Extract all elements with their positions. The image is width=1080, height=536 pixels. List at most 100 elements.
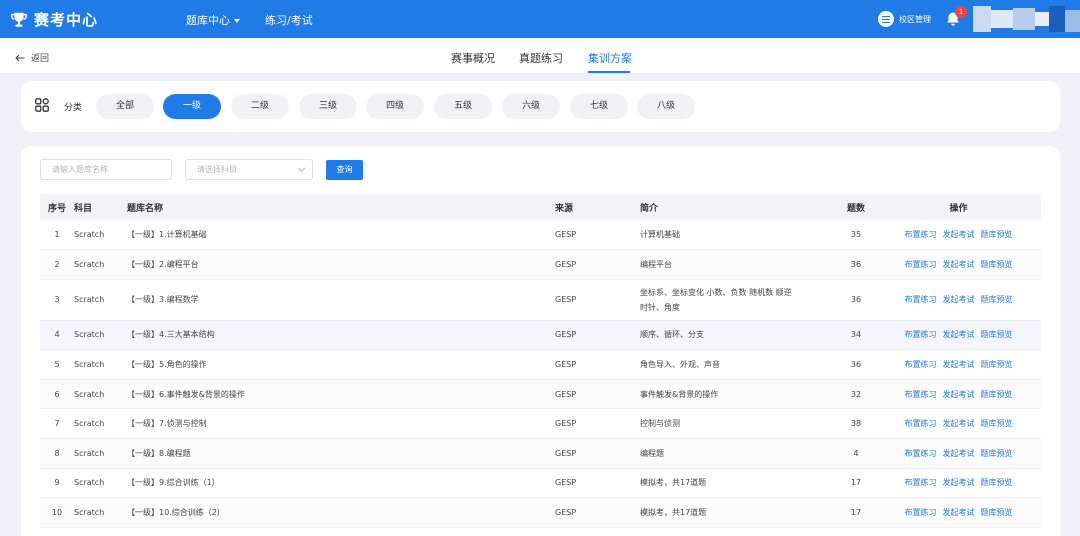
start-exam-link[interactable]: 发起考试 — [943, 330, 975, 339]
row-intro: 编程题 — [640, 438, 836, 469]
assign-practice-link[interactable]: 布置练习 — [905, 230, 937, 239]
category-pill-level2[interactable]: 二级 — [231, 94, 289, 119]
active-tab-indicator — [588, 71, 630, 73]
preview-bank-link[interactable]: 题库预览 — [981, 330, 1013, 339]
caret-down-icon — [234, 19, 240, 23]
question-bank-table: 序号 科目 题库名称 来源 简介 题数 操作 1 Scratch 【一级】1.计算机… — [40, 194, 1041, 528]
start-exam-link[interactable]: 发起考试 — [943, 230, 975, 239]
row-question-count: 35 — [836, 220, 876, 251]
row-actions: 布置练习 发起考试 题库预览 — [876, 220, 1041, 251]
row-source: GESP — [555, 320, 640, 351]
row-number: 4 — [40, 320, 74, 351]
row-intro: 模拟考，共17道题 — [640, 497, 836, 528]
assign-practice-link[interactable]: 布置练习 — [905, 295, 937, 304]
row-subject: Scratch — [74, 349, 127, 380]
row-actions: 布置练习 发起考试 题库预览 — [876, 497, 1041, 528]
row-bank-name: 【一级】10.综合训练（2） — [127, 497, 555, 528]
nav-question-bank[interactable]: 题库中心 — [186, 12, 240, 28]
category-pill-level5[interactable]: 五级 — [434, 94, 492, 119]
back-button[interactable]: 返回 — [15, 51, 49, 64]
category-pill-level8[interactable]: 八级 — [637, 94, 695, 119]
col-header-subject: 科目 — [74, 194, 127, 220]
row-number: 7 — [40, 408, 74, 440]
row-question-count: 38 — [836, 408, 876, 440]
row-source: GESP — [555, 349, 640, 380]
preview-bank-link[interactable]: 题库预览 — [981, 449, 1013, 458]
subject-select[interactable]: 请选择科目 — [185, 159, 313, 180]
row-bank-name: 【一级】1.计算机基础 — [127, 220, 555, 251]
assign-practice-link[interactable]: 布置练习 — [905, 360, 937, 369]
category-grid-icon — [35, 98, 49, 112]
row-subject: Scratch — [74, 279, 127, 321]
row-actions: 布置练习 发起考试 题库预览 — [876, 438, 1041, 469]
row-source: GESP — [555, 249, 640, 280]
category-pill-level1[interactable]: 一级 — [163, 94, 221, 119]
row-question-count: 36 — [836, 249, 876, 280]
nav-question-bank-label: 题库中心 — [186, 14, 230, 27]
start-exam-link[interactable]: 发起考试 — [943, 390, 975, 399]
avatar[interactable] — [973, 6, 1080, 32]
tab-past-papers[interactable]: 真题练习 — [519, 50, 563, 66]
table-row: 4 Scratch 【一级】4.三大基本结构 GESP 顺序、循环、分支 34 布置练习 发起… — [40, 320, 1041, 351]
assign-practice-link[interactable]: 布置练习 — [905, 419, 937, 428]
row-question-count: 36 — [836, 279, 876, 321]
table-row: 3 Scratch 【一级】3.编程数学 GESP 坐标系、坐标变化 小数、负数 随机数… — [40, 279, 1041, 321]
row-intro: 控制与侦测 — [640, 408, 836, 440]
category-pill-level3[interactable]: 三级 — [299, 94, 357, 119]
row-actions: 布置练习 发起考试 题库预览 — [876, 320, 1041, 351]
assign-practice-link[interactable]: 布置练习 — [905, 390, 937, 399]
assign-practice-link[interactable]: 布置练习 — [905, 478, 937, 487]
start-exam-link[interactable]: 发起考试 — [943, 360, 975, 369]
row-question-count: 17 — [836, 468, 876, 499]
nav-practice[interactable]: 练习/考试 — [265, 12, 313, 28]
preview-bank-link[interactable]: 题库预览 — [981, 390, 1013, 399]
assign-practice-link[interactable]: 布置练习 — [905, 508, 937, 517]
bank-name-search-input[interactable]: 请输入题库名称 — [40, 159, 172, 180]
row-subject: Scratch — [74, 220, 127, 251]
preview-bank-link[interactable]: 题库预览 — [981, 230, 1013, 239]
app-logo[interactable]: 赛考中心 — [10, 9, 98, 30]
row-number: 1 — [40, 220, 74, 251]
col-header-no: 序号 — [40, 194, 74, 220]
question-bank-card: 请输入题库名称 请选择科目 查询 序号 科目 题库名称 来源 简介 题数 操作 … — [21, 146, 1060, 536]
app-title: 赛考中心 — [34, 11, 99, 29]
arrow-left-icon — [15, 54, 25, 61]
row-bank-name: 【一级】7.侦测与控制 — [127, 408, 555, 440]
preview-bank-link[interactable]: 题库预览 — [981, 419, 1013, 428]
row-bank-name: 【一级】8.编程题 — [127, 438, 555, 469]
row-intro: 编程平台 — [640, 249, 836, 280]
trophy-icon — [11, 12, 27, 27]
start-exam-link[interactable]: 发起考试 — [943, 295, 975, 304]
row-bank-name: 【一级】9.综合训练（1） — [127, 468, 555, 499]
campus-manage-button[interactable]: 校区管理 — [878, 11, 931, 27]
start-exam-link[interactable]: 发起考试 — [943, 478, 975, 487]
start-exam-link[interactable]: 发起考试 — [943, 449, 975, 458]
assign-practice-link[interactable]: 布置练习 — [905, 330, 937, 339]
back-label: 返回 — [31, 54, 50, 64]
category-pill-level6[interactable]: 六级 — [502, 94, 560, 119]
assign-practice-link[interactable]: 布置练习 — [905, 260, 937, 269]
row-bank-name: 【一级】3.编程数学 — [127, 279, 555, 321]
query-button[interactable]: 查询 — [326, 160, 363, 180]
category-pill-all[interactable]: 全部 — [96, 94, 154, 119]
assign-practice-link[interactable]: 布置练习 — [905, 449, 937, 458]
start-exam-link[interactable]: 发起考试 — [943, 508, 975, 517]
col-header-actions: 操作 — [876, 194, 1041, 220]
start-exam-link[interactable]: 发起考试 — [943, 260, 975, 269]
row-subject: Scratch — [74, 379, 127, 410]
row-actions: 布置练习 发起考试 题库预览 — [876, 249, 1041, 280]
preview-bank-link[interactable]: 题库预览 — [981, 508, 1013, 517]
table-row: 5 Scratch 【一级】5.角色的操作 GESP 角色导入、外观、声音 36 布置练习发… — [40, 349, 1041, 380]
category-pill-level7[interactable]: 七级 — [570, 94, 628, 119]
category-pill-level4[interactable]: 四级 — [366, 94, 424, 119]
col-header-intro: 简介 — [640, 194, 836, 220]
start-exam-link[interactable]: 发起考试 — [943, 419, 975, 428]
preview-bank-link[interactable]: 题库预览 — [981, 260, 1013, 269]
preview-bank-link[interactable]: 题库预览 — [981, 295, 1013, 304]
row-question-count: 17 — [836, 497, 876, 528]
preview-bank-link[interactable]: 题库预览 — [981, 478, 1013, 487]
row-source: GESP — [555, 438, 640, 469]
preview-bank-link[interactable]: 题库预览 — [981, 360, 1013, 369]
tab-training-plan[interactable]: 集训方案 — [588, 50, 632, 66]
tab-event-overview[interactable]: 赛事概况 — [451, 50, 495, 66]
